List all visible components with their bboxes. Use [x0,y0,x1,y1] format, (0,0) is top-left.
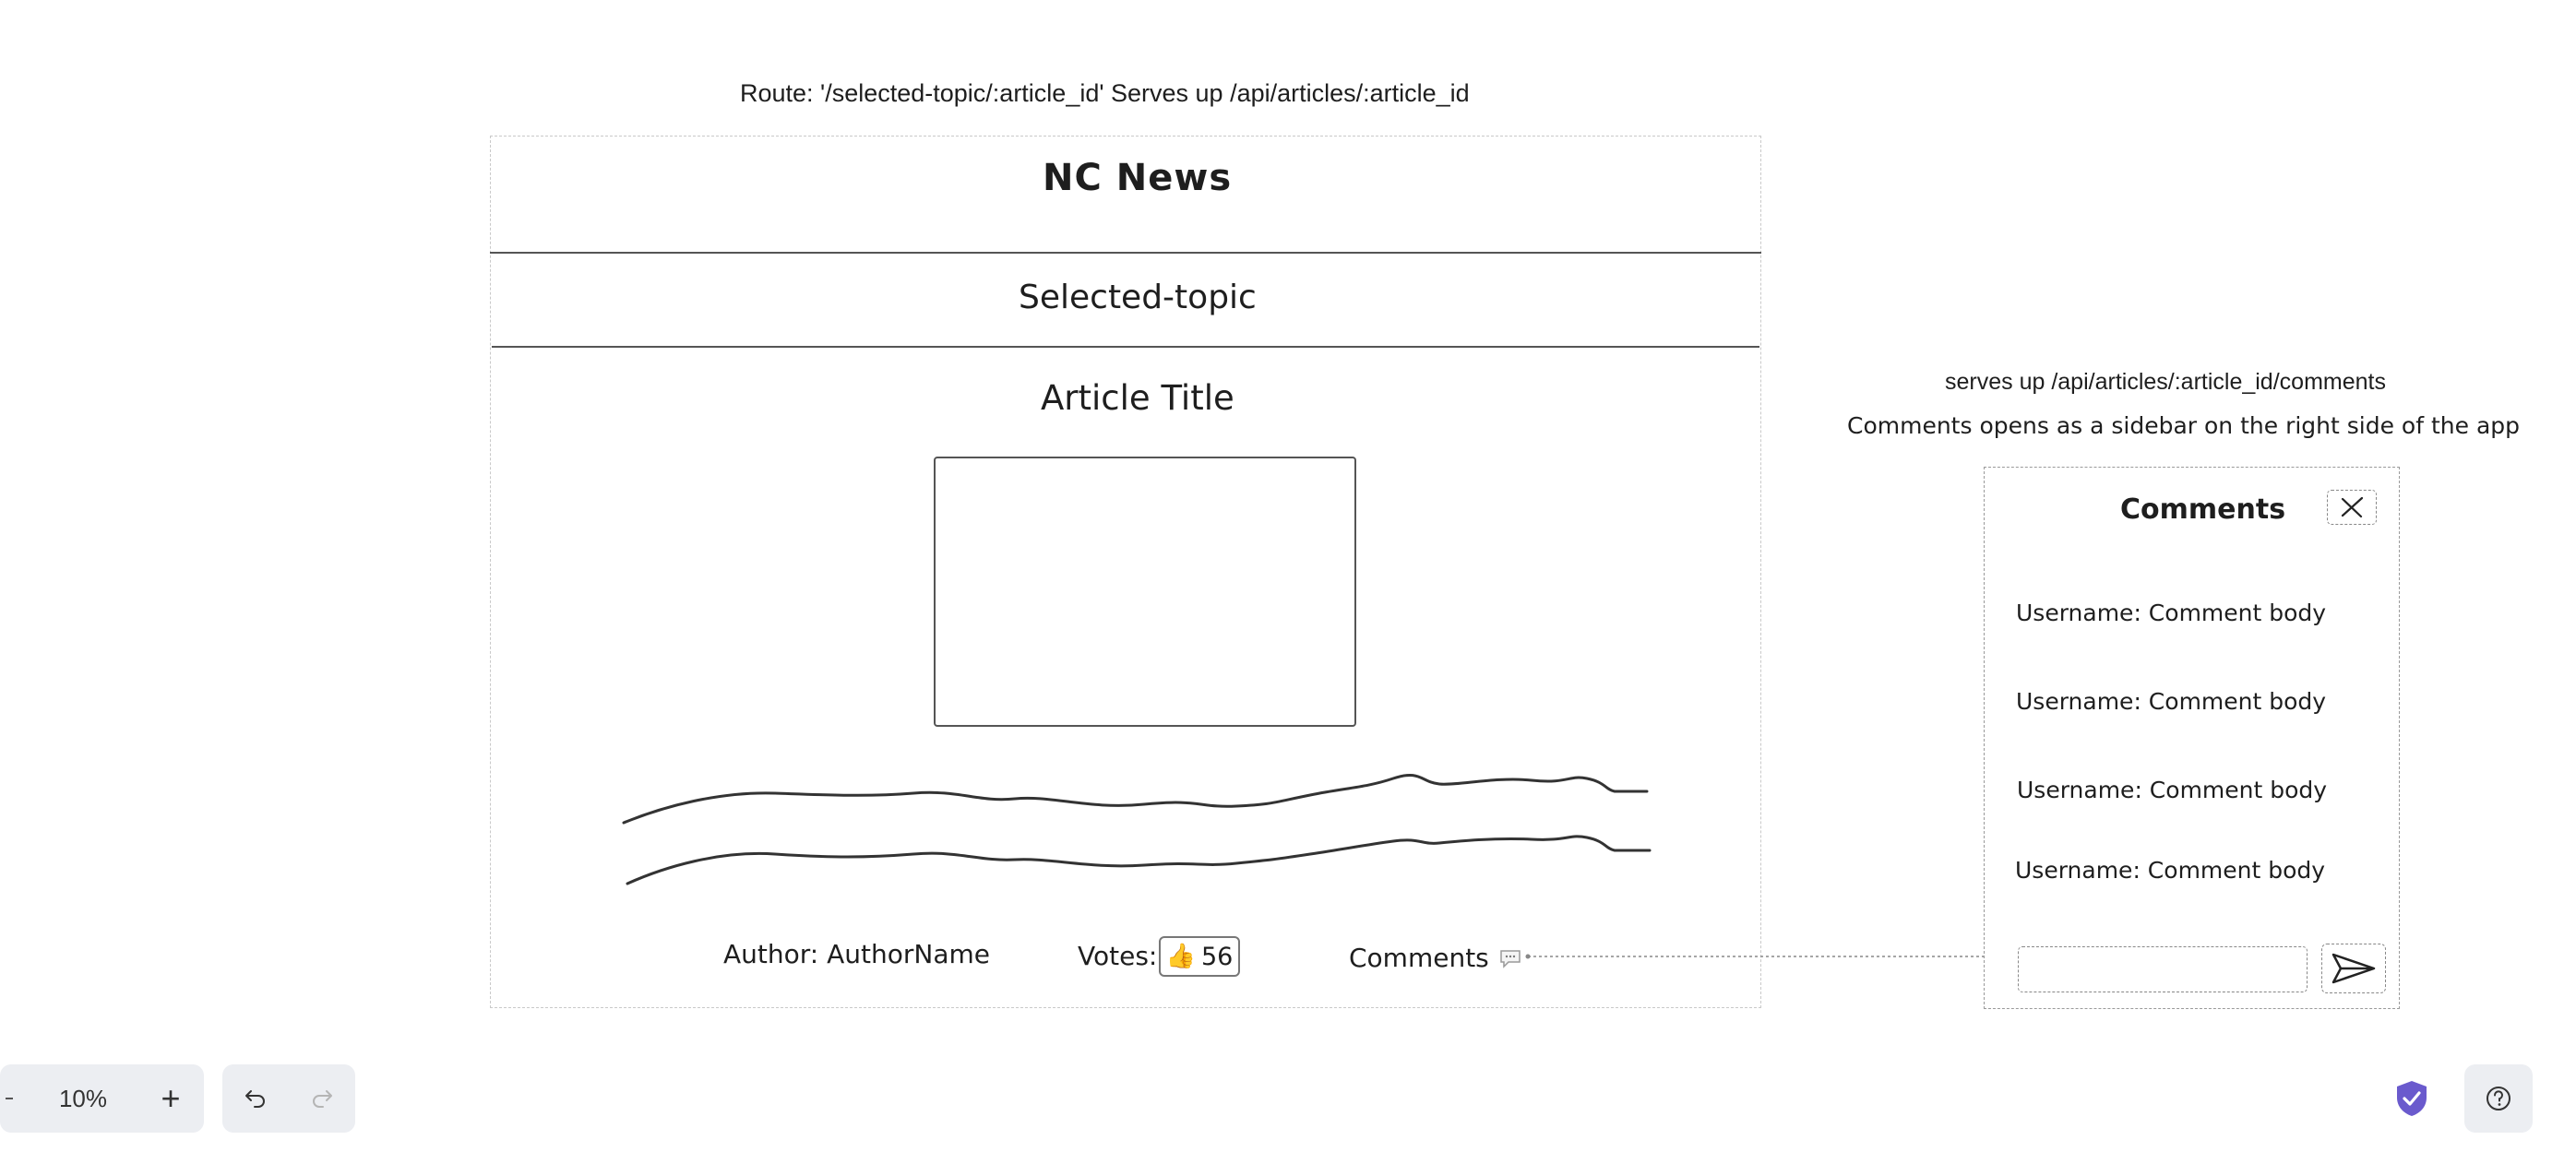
article-image-placeholder [934,457,1356,727]
zoom-out-button[interactable] [0,1064,18,1133]
comment-item: Username: Comment body [2015,857,2326,884]
topic-divider [492,346,1759,348]
comments-sidebar [1984,467,2400,1009]
connector-line [1525,954,1984,959]
undo-button[interactable] [222,1064,289,1133]
redo-icon [313,1090,332,1108]
comments-label: Comments [1349,943,1489,973]
comment-item: Username: Comment body [2016,600,2327,626]
comments-api-annotation: serves up /api/articles/:article_id/comm… [1945,369,2386,395]
header-divider [490,252,1761,254]
sidebar-note: Comments opens as a sidebar on the right… [1847,412,2521,439]
votes-count: 56 [1201,942,1234,971]
shield-button[interactable] [2393,1079,2430,1118]
undo-icon [245,1090,265,1108]
comments-toggle[interactable]: Comments [1349,943,1522,973]
send-comment-button[interactable] [2321,944,2386,993]
app-title: NC News [1043,157,1233,199]
zoom-in-button[interactable]: + [140,1064,201,1133]
article-title: Article Title [1041,378,1234,418]
topic-title: Selected-topic [1019,279,1257,316]
comment-item: Username: Comment body [2016,688,2327,715]
speech-bubble-icon [1500,949,1521,968]
redo-button[interactable] [289,1064,355,1133]
shield-check-icon [2397,1081,2427,1116]
help-button[interactable] [2464,1064,2533,1133]
comments-sidebar-title: Comments [2120,493,2286,526]
route-annotation: Route: '/selected-topic/:article_id' Ser… [740,79,1470,107]
close-icon [2341,496,2364,518]
comment-input[interactable] [2018,946,2308,992]
help-icon [2487,1087,2510,1110]
send-arrow-icon [2332,953,2376,984]
votes-label: Votes: [1078,941,1158,971]
votes-button[interactable]: 👍 56 [1159,936,1240,977]
close-button[interactable] [2327,490,2377,525]
author-label: Author: AuthorName [723,939,990,969]
thumbs-up-icon: 👍 [1165,943,1196,970]
zoom-level[interactable]: 10% [37,1064,129,1133]
comment-item: Username: Comment body [2017,777,2328,803]
article-body-scribble [622,773,1652,885]
minus-icon [6,1098,13,1099]
